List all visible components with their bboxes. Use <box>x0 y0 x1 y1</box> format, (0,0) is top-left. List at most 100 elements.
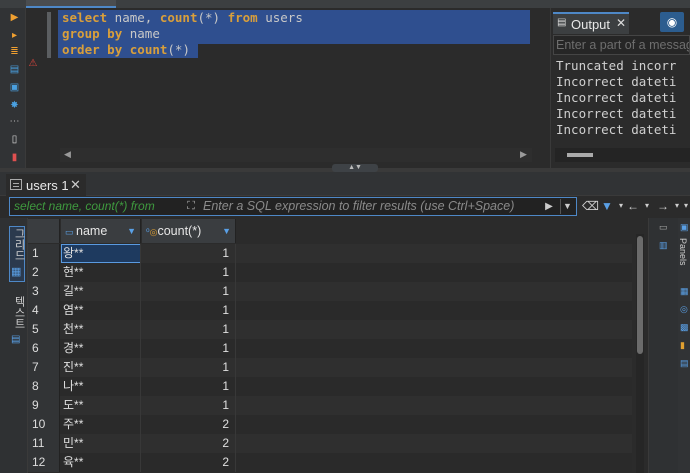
keyword: group <box>62 26 100 41</box>
settings-icon[interactable]: ✸ <box>9 100 20 111</box>
output-search-input[interactable]: Enter a part of a message <box>553 35 690 55</box>
name-cell[interactable]: 나** <box>61 377 141 396</box>
eye-icon[interactable]: ◉ <box>660 12 684 32</box>
results-tab[interactable]: users 1 ✕ <box>6 174 86 196</box>
code-line-2[interactable]: group by name <box>62 26 160 42</box>
text-view-tab[interactable]: 텍스트 <box>11 296 27 329</box>
row-number[interactable]: 11 <box>28 434 60 453</box>
chart-icon[interactable]: ▮ <box>680 340 685 351</box>
close-icon[interactable]: ✕ <box>616 16 626 30</box>
name-cell[interactable]: 민** <box>61 434 141 453</box>
editor-tab[interactable] <box>26 0 116 8</box>
name-cell[interactable]: 왕** <box>61 244 141 263</box>
count-cell[interactable]: 1 <box>142 339 236 358</box>
grid-icon: ▦ <box>11 266 22 278</box>
funnel-icon[interactable]: ▼ <box>600 198 614 214</box>
columns-icon[interactable]: ▥ <box>659 240 668 251</box>
sort-icon[interactable]: ▼ <box>127 219 136 243</box>
filter-expand-icon[interactable]: ⛶ <box>184 199 198 213</box>
grid-icon[interactable]: ▩ <box>680 322 689 333</box>
row-number[interactable]: 8 <box>28 377 60 396</box>
more-icon[interactable]: ⋯ <box>9 116 20 127</box>
name-cell[interactable]: 도** <box>61 396 141 415</box>
name-cell[interactable]: 육** <box>61 453 141 472</box>
output-tab[interactable]: ▤ Output ✕ <box>553 12 629 34</box>
splitter-grip-icon[interactable]: ▲▼ <box>332 164 378 172</box>
text-column-icon: ▭ <box>65 227 77 237</box>
explain-plan-icon[interactable]: ▤ <box>9 64 20 75</box>
close-icon[interactable]: ✕ <box>70 177 81 193</box>
row-number[interactable]: 4 <box>28 301 60 320</box>
row-number[interactable]: 7 <box>28 358 60 377</box>
column-header-count[interactable]: ⁰◎count(*) ▼ <box>142 219 236 243</box>
apply-filter-icon[interactable]: ▶ <box>541 199 557 214</box>
filter-input[interactable]: Enter a SQL expression to filter results… <box>203 199 535 214</box>
editor-horizontal-scrollbar[interactable]: ◀ ▶ <box>60 148 532 162</box>
row-number[interactable]: 3 <box>28 282 60 301</box>
chevron-down-icon[interactable]: ▾ <box>642 198 652 214</box>
output-horizontal-scrollbar[interactable] <box>555 148 690 162</box>
more-icon[interactable]: ▾ <box>682 198 690 214</box>
name-cell[interactable]: 경** <box>61 339 141 358</box>
eraser-icon[interactable]: ⌫ <box>582 198 599 214</box>
name-cell[interactable]: 현** <box>61 263 141 282</box>
filter-history-dropdown-icon[interactable]: ▼ <box>560 199 574 214</box>
grid-icon[interactable]: ▦ <box>680 286 689 297</box>
execute-statement-icon[interactable]: ▸ <box>9 30 20 41</box>
calculator-icon[interactable]: ◎ <box>680 304 688 315</box>
scroll-left-icon[interactable]: ◀ <box>64 149 71 160</box>
panel-toggle-icon[interactable]: ▭ <box>659 222 668 233</box>
name-cell[interactable]: 주** <box>61 415 141 434</box>
execute-icon[interactable]: ▶ <box>9 12 20 23</box>
keyword: by <box>107 26 123 41</box>
output-line: Incorrect dateti <box>556 106 677 121</box>
results-tab-bar <box>0 172 690 196</box>
terminal-icon[interactable]: ▣ <box>9 82 20 93</box>
table-vertical-scrollbar[interactable] <box>636 234 644 473</box>
list-icon[interactable]: ▤ <box>680 358 689 369</box>
row-number[interactable]: 9 <box>28 396 60 415</box>
chevron-down-icon[interactable]: ▾ <box>672 198 682 214</box>
keyword: by <box>107 42 123 57</box>
code-line-1[interactable]: select name, count(*) from users <box>62 10 303 26</box>
sort-icon[interactable]: ▼ <box>222 219 231 243</box>
scroll-thumb[interactable] <box>637 236 643 354</box>
name-cell[interactable]: 진** <box>61 358 141 377</box>
count-cell[interactable]: 1 <box>142 320 236 339</box>
count-cell[interactable]: 1 <box>142 282 236 301</box>
row-number[interactable]: 5 <box>28 320 60 339</box>
count-cell[interactable]: 2 <box>142 415 236 434</box>
count-cell[interactable]: 2 <box>142 453 236 472</box>
count-cell[interactable]: 1 <box>142 377 236 396</box>
name-cell[interactable]: 천** <box>61 320 141 339</box>
document-icon[interactable]: ▯ <box>9 134 20 145</box>
forward-arrow-icon[interactable]: → <box>656 198 670 214</box>
editor-toolbar: ▶ ▸ ≣ ▤ ▣ ✸ ⋯ ▯ ▮ <box>0 8 26 168</box>
count-cell[interactable]: 1 <box>142 244 236 263</box>
name-cell[interactable]: 염** <box>61 301 141 320</box>
row-number[interactable]: 1 <box>28 244 60 263</box>
chevron-down-icon[interactable]: ▾ <box>616 198 626 214</box>
scroll-thumb[interactable] <box>567 153 593 157</box>
back-arrow-icon[interactable]: ← <box>626 198 640 214</box>
name-cell[interactable]: 길** <box>61 282 141 301</box>
code-text: name, <box>107 10 160 25</box>
count-cell[interactable]: 1 <box>142 263 236 282</box>
panels-icon[interactable]: ▣ <box>680 222 689 233</box>
code-line-3[interactable]: order by count(*) <box>62 42 190 58</box>
row-number[interactable]: 2 <box>28 263 60 282</box>
row-number[interactable]: 6 <box>28 339 60 358</box>
row-number[interactable]: 12 <box>28 453 60 472</box>
column-header-label: count(*) <box>157 224 202 238</box>
column-header-name[interactable]: ▭ name ▼ <box>61 219 141 243</box>
panels-label[interactable]: Panels <box>678 238 688 266</box>
row-number[interactable]: 10 <box>28 415 60 434</box>
count-cell[interactable]: 1 <box>142 358 236 377</box>
scroll-right-icon[interactable]: ▶ <box>520 149 527 160</box>
execute-script-icon[interactable]: ≣ <box>9 46 20 57</box>
count-cell[interactable]: 1 <box>142 301 236 320</box>
count-cell[interactable]: 1 <box>142 396 236 415</box>
export-icon[interactable]: ▮ <box>9 152 20 163</box>
count-cell[interactable]: 2 <box>142 434 236 453</box>
